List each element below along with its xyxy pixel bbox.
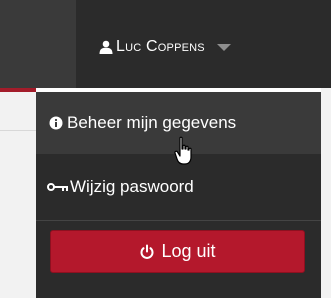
page-background-left: [0, 92, 36, 298]
user-dropdown-menu: Beheer mijn gegevens Wijzig paswoord Log…: [36, 92, 321, 298]
menu-item-label: Beheer mijn gegevens: [67, 113, 237, 132]
page-header-left: [0, 0, 76, 88]
user-icon: [99, 40, 113, 54]
user-name-label: Luc Coppens: [116, 38, 205, 55]
menu-item-label: Wijzig paswoord: [70, 177, 194, 196]
user-menu-toggle[interactable]: Luc Coppens: [99, 38, 231, 56]
logout-button[interactable]: Log uit: [50, 230, 305, 273]
caret-down-icon: [216, 43, 231, 51]
menu-item-manage-profile[interactable]: Beheer mijn gegevens: [36, 92, 321, 154]
power-icon: [141, 244, 154, 259]
top-navbar: Luc Coppens: [76, 0, 331, 88]
logout-button-label: Log uit: [161, 241, 216, 261]
menu-item-change-password[interactable]: Wijzig paswoord: [36, 154, 321, 220]
page-background-right: [321, 88, 331, 298]
info-circle-icon: [49, 116, 63, 130]
page-divider-line: [0, 130, 36, 131]
menu-divider: [36, 220, 321, 221]
key-icon: [47, 183, 68, 191]
